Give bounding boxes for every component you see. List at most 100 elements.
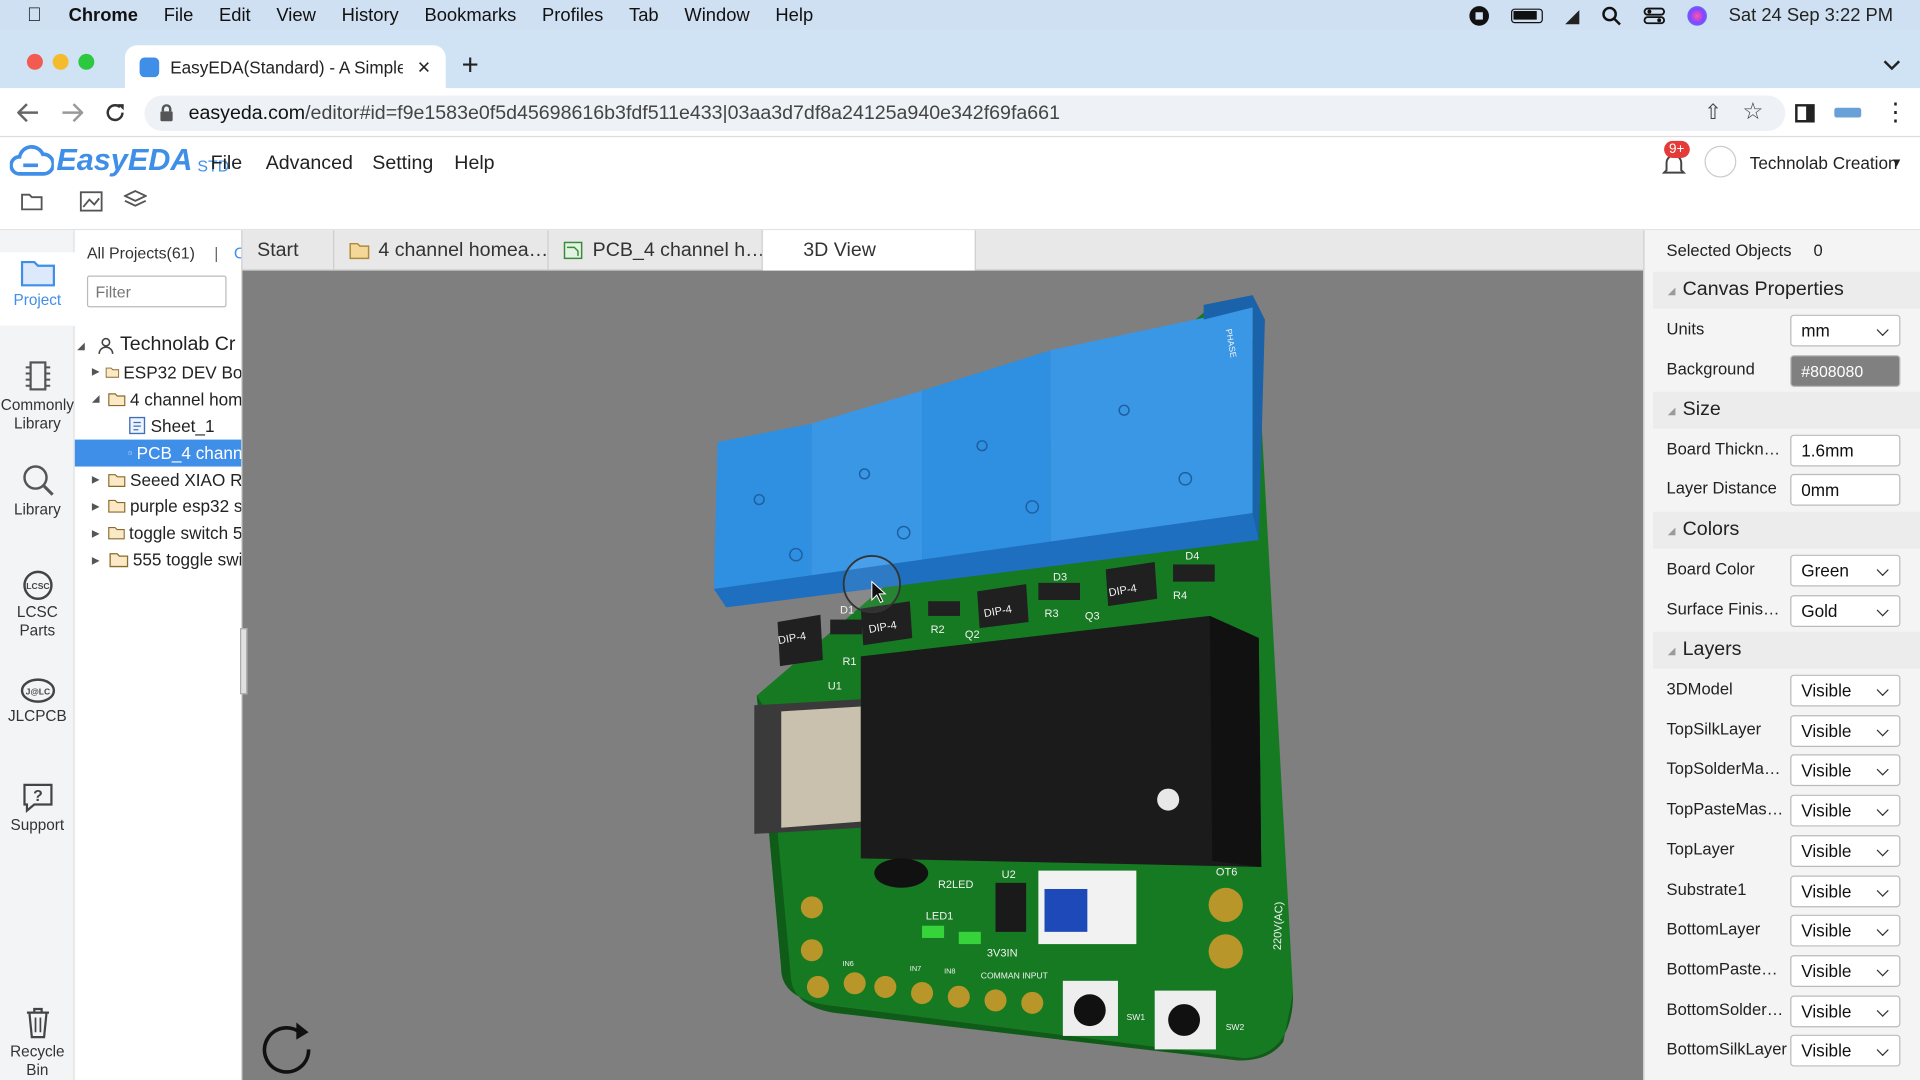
layer-distance-input[interactable]: 0mm [1790,473,1901,506]
control-center-icon[interactable] [1643,7,1665,24]
menubar-tab[interactable]: Tab [629,5,659,26]
spotlight-search-icon[interactable] [1601,6,1621,26]
menubar-history[interactable]: History [342,5,399,26]
project-filter-input[interactable] [86,275,227,308]
layer-visibility-select[interactable]: Visible [1790,834,1901,867]
doctab-pcb[interactable]: PCB_4 channel h… [549,230,763,271]
project-tree-item[interactable]: PCB_4 chann [74,439,242,467]
apple-icon[interactable]:  [27,4,42,26]
layer-visibility-select[interactable]: Visible [1790,1035,1901,1067]
colors-section[interactable]: Colors [1653,511,1920,549]
tab-search-chevron-icon[interactable] [1883,59,1901,71]
bookmark-star-icon[interactable]: ☆ [1742,98,1763,126]
window-minimize-button[interactable] [52,53,69,70]
rail-commonly-library[interactable]: Commonly Library [0,358,75,434]
layer-visibility-select[interactable]: Visible [1790,954,1901,987]
menubar-profiles[interactable]: Profiles [542,5,603,26]
tab-close-icon[interactable]: × [418,54,431,80]
rail-project[interactable]: Project [0,252,75,326]
project-tree-item[interactable]: ▶ 555 toggle swi [75,546,241,573]
layers-icon[interactable] [123,190,147,211]
layer-visibility-select[interactable]: Visible [1790,914,1901,947]
battery-icon[interactable] [1511,7,1544,23]
tree-toggle-icon[interactable]: ◢ [77,340,92,351]
reload-icon[interactable] [104,102,126,124]
new-tab-button[interactable]: + [462,49,479,83]
canvas-properties-section[interactable]: Canvas Properties [1653,271,1920,309]
siri-icon[interactable] [1687,5,1707,26]
rail-recycle-bin[interactable]: Recycle Bin [0,1004,75,1080]
doctab-start[interactable]: Start [242,230,335,271]
share-icon[interactable]: ⇧ [1704,100,1721,124]
lock-icon[interactable] [159,104,174,122]
back-arrow-icon[interactable] [17,103,39,123]
menubar-edit[interactable]: Edit [219,5,251,26]
rail-library[interactable]: Library [0,462,75,520]
record-icon[interactable] [1469,5,1490,26]
image-export-icon[interactable] [79,191,103,212]
doctab-3d-view[interactable]: 3D View [762,230,976,271]
background-color-input[interactable]: #808080 [1790,355,1901,387]
app-menu-setting[interactable]: Setting [372,153,433,175]
extension-icon[interactable] [1834,107,1862,118]
layer-visibility-select[interactable]: Visible [1790,794,1901,827]
project-tree-item[interactable]: ▶ toggle switch 5 [75,520,241,547]
layer-visibility-select[interactable]: Visible [1790,674,1901,707]
easyeda-logo[interactable]: EasyEDA STD [9,143,229,179]
address-bar[interactable]: easyeda.com/editor#id=f9e1583e0f5d456986… [144,95,1786,132]
project-tree-item[interactable]: Sheet_1 [75,412,242,439]
tree-toggle-icon[interactable]: ▶ [92,528,104,539]
app-menu-advanced[interactable]: Advanced [266,153,353,175]
all-projects-link[interactable]: All Projects(61) [87,244,195,262]
project-tree-item[interactable]: ◢ Technolab Cr [75,332,242,359]
reset-view-rotate-icon[interactable] [255,1018,319,1080]
wifi-icon[interactable]: ◢ [1565,4,1579,27]
layers-section[interactable]: Layers [1653,631,1920,669]
menubar-bookmarks[interactable]: Bookmarks [424,5,516,26]
menubar-help[interactable]: Help [775,5,813,26]
app-menu-help[interactable]: Help [454,153,494,175]
tree-toggle-icon[interactable]: ▶ [92,501,105,512]
left-panel-collapse-handle[interactable] [240,628,248,695]
units-select[interactable]: mm [1790,314,1901,347]
open-folder-icon[interactable] [21,191,43,211]
board-color-select[interactable]: Green [1790,554,1901,587]
window-close-button[interactable] [26,53,43,70]
layer-visibility-select[interactable]: Visible [1790,995,1901,1027]
window-zoom-button[interactable] [78,53,95,70]
layer-visibility-select[interactable]: Visible [1790,874,1901,907]
layer-visibility-select[interactable]: Visible [1790,754,1901,787]
project-tree-item[interactable]: ▶ purple esp32 s [75,493,241,520]
size-section[interactable]: Size [1653,391,1920,429]
forward-arrow-icon[interactable] [61,103,84,123]
tree-toggle-icon[interactable]: ◢ [92,393,105,404]
surface-finish-select[interactable]: Gold [1790,595,1901,627]
app-menu-file[interactable]: File [211,153,243,175]
user-avatar[interactable] [1704,145,1737,178]
project-tree-item[interactable]: ▶ Seeed XIAO R [75,466,241,493]
tree-toggle-icon[interactable]: ▶ [92,474,105,485]
project-tree-item[interactable]: ◢ 4 channel hom [75,385,241,412]
browser-tab-active[interactable]: EasyEDA(Standard) - A Simple × [124,45,446,90]
rail-lcsc-parts[interactable]: LCSC LCSC Parts [0,569,75,640]
pcb-3d-model[interactable]: DIP-4 DIP-4 DIP-4 DIP-4 D1 D3 D4 R1 R2 R… [242,271,1643,1080]
rail-support[interactable]: ? Support [0,780,75,835]
menubar-app-name[interactable]: Chrome [69,5,138,26]
menubar-datetime[interactable]: Sat 24 Sep 3:22 PM [1729,5,1893,26]
tree-toggle-icon[interactable]: ▶ [92,367,102,378]
user-menu-caret-icon[interactable]: ▼ [1891,157,1903,170]
doctab-schematic[interactable]: 4 channel homea… [334,230,549,271]
rail-jlcpcb[interactable]: J@LC JLCPCB [0,676,75,726]
user-name[interactable]: Technolab Creation [1750,153,1898,173]
3d-view-canvas[interactable]: DIP-4 DIP-4 DIP-4 DIP-4 D1 D3 D4 R1 R2 R… [242,270,1644,1080]
menubar-view[interactable]: View [276,5,315,26]
tree-toggle-icon[interactable]: ▶ [92,554,106,565]
board-thickness-input[interactable]: 1.6mm [1790,434,1901,467]
more-projects-tab[interactable]: C [234,244,241,262]
browser-menu-icon[interactable]: ⋮ [1883,98,1907,127]
menubar-file[interactable]: File [164,5,194,26]
menubar-window[interactable]: Window [684,5,749,26]
project-tree-item[interactable]: ▶ ESP32 DEV Bo [75,359,241,386]
notifications-bell[interactable]: 9+ [1661,140,1690,183]
side-panel-icon[interactable] [1795,104,1815,123]
